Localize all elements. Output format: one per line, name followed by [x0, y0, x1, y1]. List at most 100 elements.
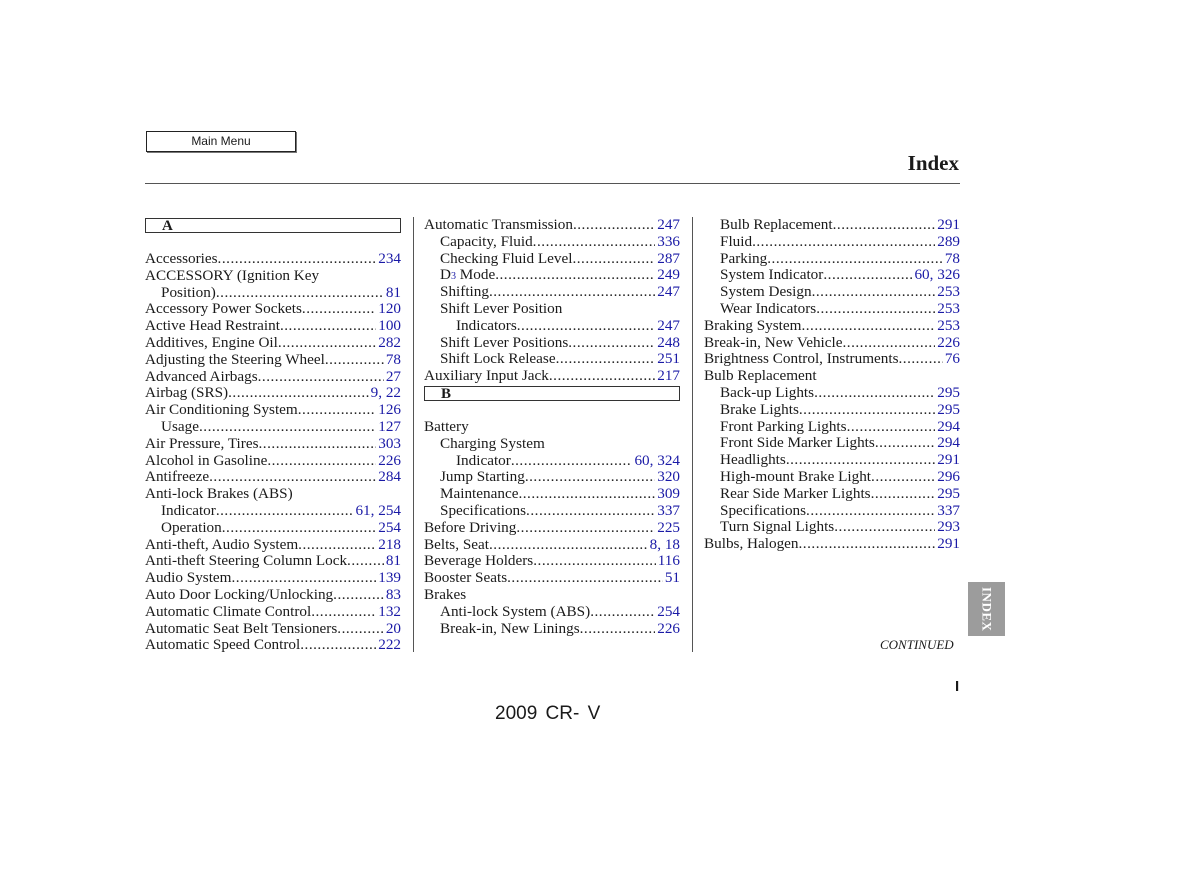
index-entry[interactable]: Anti-lock System (ABS) 254	[424, 604, 680, 621]
index-entry[interactable]: Headlights 291	[704, 452, 960, 469]
page-link[interactable]: 295	[935, 402, 960, 419]
index-entry[interactable]: Position) 81	[145, 285, 401, 302]
index-entry[interactable]: Indicators 247	[424, 318, 680, 335]
page-link[interactable]: 61, 254	[353, 503, 401, 520]
page-link[interactable]: 284	[376, 469, 401, 486]
index-entry[interactable]: Break-in, New Vehicle 226	[704, 335, 960, 352]
index-entry[interactable]: Indicator 61, 254	[145, 503, 401, 520]
page-link[interactable]: 337	[655, 503, 680, 520]
index-entry[interactable]: Shift Lever Positions 248	[424, 335, 680, 352]
index-entry[interactable]: Specifications 337	[424, 503, 680, 520]
page-link[interactable]: 251	[655, 351, 680, 368]
page-link[interactable]: 226	[935, 335, 960, 352]
page-link[interactable]: 337	[935, 503, 960, 520]
index-entry[interactable]: Active Head Restraint 100	[145, 318, 401, 335]
page-link[interactable]: 293	[935, 519, 960, 536]
page-link[interactable]: 116	[656, 553, 680, 570]
page-link[interactable]: 126	[376, 402, 401, 419]
page-link[interactable]: 132	[376, 604, 401, 621]
index-entry[interactable]: Advanced Airbags 27	[145, 369, 401, 386]
page-link[interactable]: 76	[943, 351, 960, 368]
page-link[interactable]: 253	[935, 284, 960, 301]
index-entry[interactable]: System Design 253	[704, 284, 960, 301]
page-link[interactable]: 81	[384, 553, 401, 570]
index-entry[interactable]: Air Conditioning System 126	[145, 402, 401, 419]
index-entry[interactable]: Anti-theft, Audio System 218	[145, 537, 401, 554]
index-entry[interactable]: Braking System 253	[704, 318, 960, 335]
page-link[interactable]: 294	[935, 435, 960, 452]
page-link[interactable]: 253	[935, 301, 960, 318]
index-entry[interactable]: Belts, Seat 8, 18	[424, 537, 680, 554]
index-entry[interactable]: Automatic Transmission 247	[424, 217, 680, 234]
index-entry[interactable]: Indicator 60, 324	[424, 453, 680, 470]
page-link[interactable]: 51	[663, 570, 680, 587]
page-link[interactable]: 282	[376, 335, 401, 352]
page-link[interactable]: 336	[655, 234, 680, 251]
index-entry[interactable]: Usage 127	[145, 419, 401, 436]
index-entry[interactable]: Beverage Holders 116	[424, 553, 680, 570]
page-link[interactable]: 8, 18	[648, 537, 680, 554]
index-entry[interactable]: Front Side Marker Lights 294	[704, 435, 960, 452]
index-entry[interactable]: Operation 254	[145, 520, 401, 537]
index-entry[interactable]: Back-up Lights 295	[704, 385, 960, 402]
index-entry[interactable]: Bulb Replacement 291	[704, 217, 960, 234]
page-link[interactable]: 120	[376, 301, 401, 318]
index-entry[interactable]: Break-in, New Linings 226	[424, 621, 680, 638]
index-entry[interactable]: Alcohol in Gasoline 226	[145, 453, 401, 470]
index-entry[interactable]: Additives, Engine Oil 282	[145, 335, 401, 352]
index-entry[interactable]: Shift Lock Release 251	[424, 351, 680, 368]
index-entry[interactable]: Bulbs, Halogen 291	[704, 536, 960, 553]
index-entry[interactable]: Specifications 337	[704, 503, 960, 520]
page-link[interactable]: 100	[376, 318, 401, 335]
page-link[interactable]: 247	[655, 284, 680, 301]
page-link[interactable]: 225	[655, 520, 680, 537]
page-link[interactable]: 295	[935, 385, 960, 402]
index-entry[interactable]: Checking Fluid Level 287	[424, 251, 680, 268]
index-side-tab[interactable]: INDEX	[968, 582, 1005, 636]
page-link[interactable]: 291	[935, 452, 960, 469]
index-entry[interactable]: Front Parking Lights 294	[704, 419, 960, 436]
index-entry[interactable]: Brake Lights 295	[704, 402, 960, 419]
page-link[interactable]: 81	[384, 285, 401, 302]
page-link[interactable]: 296	[935, 469, 960, 486]
index-entry[interactable]: Air Pressure, Tires 303	[145, 436, 401, 453]
page-link[interactable]: 320	[655, 469, 680, 486]
index-entry[interactable]: Parking 78	[704, 251, 960, 268]
page-link[interactable]: 222	[376, 637, 401, 654]
page-link[interactable]: 309	[655, 486, 680, 503]
page-link[interactable]: 27	[384, 369, 401, 386]
index-entry[interactable]: Jump Starting 320	[424, 469, 680, 486]
page-link[interactable]: 289	[935, 234, 960, 251]
page-link[interactable]: 247	[655, 217, 680, 234]
index-entry[interactable]: Adjusting the Steering Wheel 78	[145, 352, 401, 369]
main-menu-button[interactable]: Main Menu	[146, 131, 296, 152]
page-link[interactable]: 295	[935, 486, 960, 503]
page-link[interactable]: 234	[376, 251, 401, 268]
page-link[interactable]: 217	[655, 368, 680, 385]
index-entry[interactable]: Before Driving 225	[424, 520, 680, 537]
page-link[interactable]: 294	[935, 419, 960, 436]
index-entry[interactable]: Capacity, Fluid 336	[424, 234, 680, 251]
page-link[interactable]: 254	[376, 520, 401, 537]
page-link[interactable]: 226	[655, 621, 680, 638]
index-entry[interactable]: Accessory Power Sockets 120	[145, 301, 401, 318]
index-entry[interactable]: D3 Mode 249	[424, 267, 680, 284]
index-entry[interactable]: Airbag (SRS) 9, 22	[145, 385, 401, 402]
page-link[interactable]: 127	[376, 419, 401, 436]
page-link[interactable]: 247	[655, 318, 680, 335]
page-link[interactable]: 9, 22	[369, 385, 401, 402]
index-entry[interactable]: Rear Side Marker Lights 295	[704, 486, 960, 503]
page-link[interactable]: 20	[384, 621, 401, 638]
index-entry[interactable]: Antifreeze 284	[145, 469, 401, 486]
index-entry[interactable]: Booster Seats 51	[424, 570, 680, 587]
index-entry[interactable]: Fluid 289	[704, 234, 960, 251]
page-link[interactable]: 60, 326	[912, 267, 960, 284]
page-link[interactable]: 60, 324	[632, 453, 680, 470]
page-link[interactable]: 254	[655, 604, 680, 621]
page-link[interactable]: 253	[935, 318, 960, 335]
index-entry[interactable]: Automatic Climate Control 132	[145, 604, 401, 621]
index-entry[interactable]: High-mount Brake Light 296	[704, 469, 960, 486]
page-link[interactable]: 139	[376, 570, 401, 587]
index-entry[interactable]: Maintenance 309	[424, 486, 680, 503]
index-entry[interactable]: Wear Indicators 253	[704, 301, 960, 318]
